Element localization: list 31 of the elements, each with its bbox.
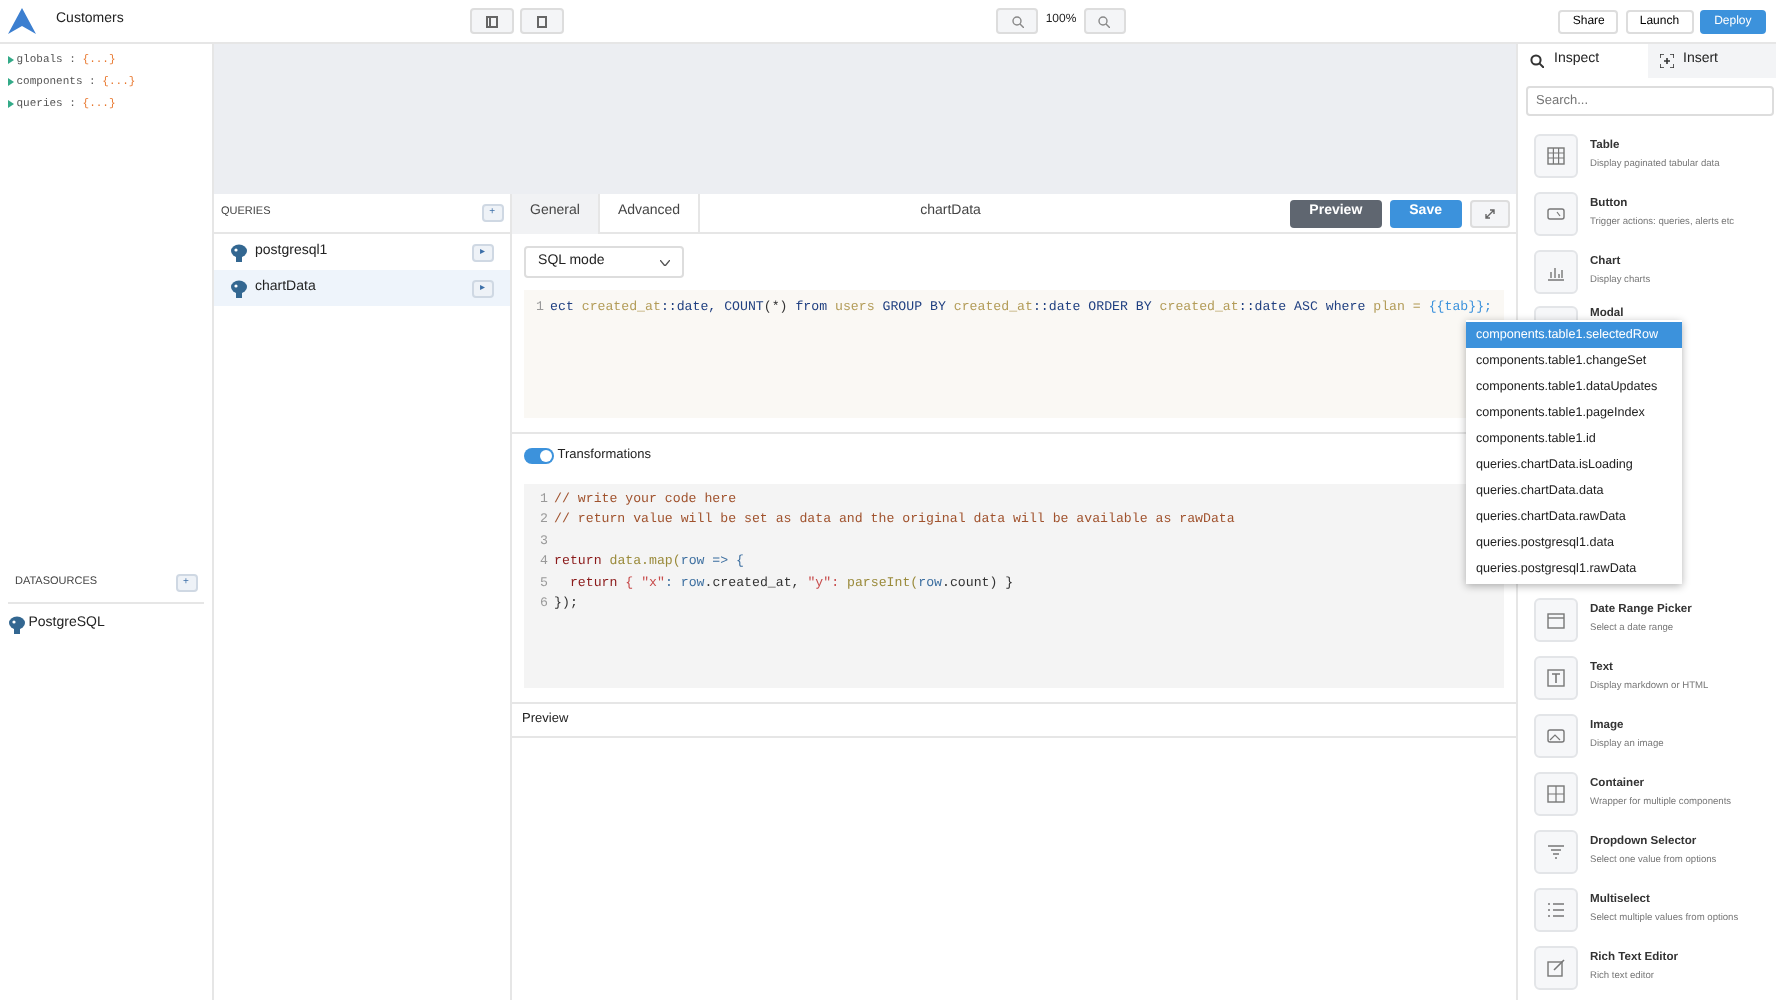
- panel-icon: [485, 15, 498, 27]
- calendar-icon: [1546, 609, 1566, 629]
- elephant-icon: [230, 243, 248, 261]
- expand-button[interactable]: [1469, 199, 1509, 227]
- text-icon: [1546, 667, 1566, 687]
- autocomplete-menu[interactable]: [1466, 320, 1682, 584]
- caret-icon[interactable]: [7, 77, 13, 86]
- zoom-out-button[interactable]: [996, 8, 1039, 34]
- image-icon: [1546, 725, 1566, 745]
- list-icon: [1546, 899, 1566, 919]
- search-icon: [1530, 54, 1544, 68]
- expand-icon: [1483, 207, 1495, 219]
- zoom-in-button[interactable]: [1083, 8, 1126, 34]
- elephant-icon: [7, 615, 25, 633]
- zoom-out-icon: [1011, 15, 1024, 27]
- caret-icon[interactable]: [7, 100, 13, 109]
- elephant-icon: [230, 279, 248, 297]
- dropdown-icon: [1546, 841, 1566, 861]
- editor-icon: [1546, 957, 1566, 977]
- device-toggle-button[interactable]: [520, 8, 565, 34]
- container-icon: [1546, 783, 1566, 803]
- sidebar-toggle-button[interactable]: [469, 8, 514, 34]
- caret-icon[interactable]: [7, 55, 13, 64]
- zoom-in-icon: [1098, 15, 1111, 27]
- plus-frame-icon: [1659, 54, 1673, 68]
- toggle-switch[interactable]: [524, 447, 555, 464]
- table-icon: [1546, 145, 1566, 165]
- phone-icon: [536, 15, 549, 27]
- logo-icon[interactable]: [7, 8, 35, 34]
- chevron-down-icon: [660, 259, 671, 265]
- button-icon: [1546, 203, 1566, 223]
